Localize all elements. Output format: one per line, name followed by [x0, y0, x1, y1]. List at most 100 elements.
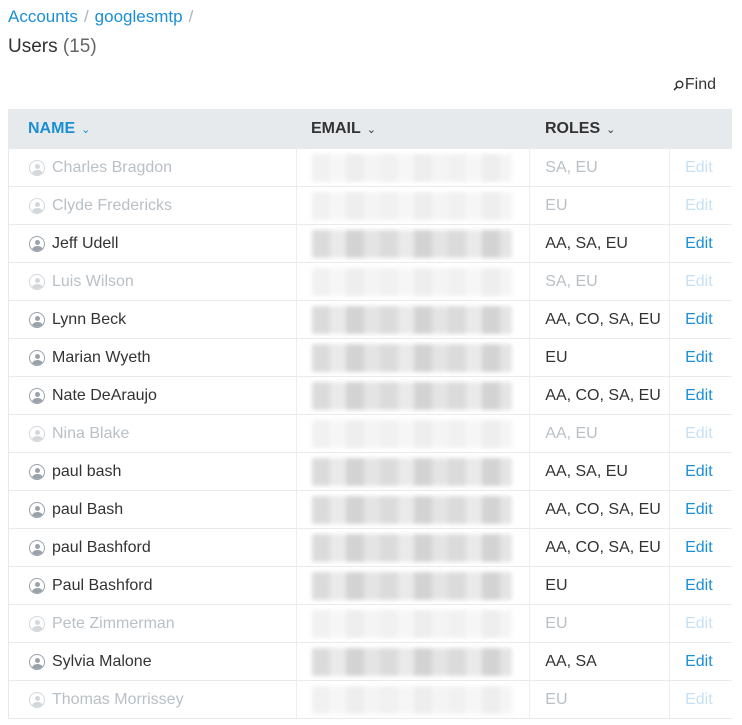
edit-cell: Edit: [670, 491, 732, 528]
redacted-email: [311, 153, 512, 182]
edit-cell: Edit: [670, 187, 732, 224]
column-header-roles-label: ROLES: [545, 120, 601, 137]
user-avatar-icon: [29, 311, 45, 328]
user-name-cell: Pete Zimmerman: [9, 605, 297, 642]
user-email-cell: [297, 681, 531, 718]
user-roles-cell: AA, EU: [530, 415, 671, 452]
user-avatar-icon: [29, 273, 45, 290]
user-email-cell: [297, 377, 531, 414]
edit-cell: Edit: [670, 263, 732, 300]
edit-cell: Edit: [670, 415, 732, 452]
breadcrumb-accounts-link[interactable]: Accounts: [8, 7, 78, 26]
user-name: Pete Zimmerman: [52, 614, 175, 632]
user-name-cell: paul bash: [9, 453, 297, 490]
redacted-email: [311, 609, 512, 638]
edit-user-link[interactable]: Edit: [685, 539, 713, 557]
redacted-email: [311, 267, 512, 296]
user-roles: AA, CO, SA, EU: [545, 500, 661, 518]
column-header-name[interactable]: NAME ⌄: [8, 120, 296, 138]
edit-cell: Edit: [670, 453, 732, 490]
user-roles: EU: [545, 614, 568, 632]
user-name-cell: Nate DeAraujo: [9, 377, 297, 414]
column-header-name-label: NAME: [28, 120, 76, 137]
user-avatar-icon: [29, 691, 45, 708]
edit-user-link[interactable]: Edit: [685, 463, 713, 481]
edit-user-link[interactable]: Edit: [685, 387, 713, 405]
user-roles-cell: EU: [530, 187, 671, 224]
edit-user-link[interactable]: Edit: [685, 615, 713, 633]
user-email-cell: [297, 263, 531, 300]
user-name: Nina Blake: [52, 424, 130, 442]
user-roles: SA, EU: [545, 272, 598, 290]
edit-user-link[interactable]: Edit: [685, 349, 713, 367]
user-roles: AA, SA, EU: [545, 234, 628, 252]
user-avatar-icon: [29, 577, 45, 594]
user-roles-cell: AA, SA, EU: [530, 453, 671, 490]
table-row: Nate DeAraujo AA, CO, SA, EU Edit: [9, 377, 732, 415]
user-name-cell: paul Bashford: [9, 529, 297, 566]
redacted-email: [311, 647, 512, 676]
table-row: Paul Bashford EU Edit: [9, 567, 732, 605]
search-icon: [673, 80, 684, 91]
user-avatar-icon: [29, 539, 45, 556]
user-email-cell: [297, 605, 531, 642]
redacted-email: [311, 191, 512, 220]
user-avatar-icon: [29, 463, 45, 480]
edit-user-link[interactable]: Edit: [685, 197, 713, 215]
edit-cell: Edit: [670, 301, 732, 338]
redacted-email: [311, 533, 512, 562]
edit-user-link[interactable]: Edit: [685, 691, 713, 709]
user-avatar-icon: [29, 159, 45, 176]
user-name-cell: Marian Wyeth: [9, 339, 297, 376]
edit-user-link[interactable]: Edit: [685, 235, 713, 253]
edit-cell: Edit: [670, 339, 732, 376]
user-avatar-icon: [29, 235, 45, 252]
user-name: Lynn Beck: [52, 310, 127, 328]
edit-user-link[interactable]: Edit: [685, 425, 713, 443]
user-email-cell: [297, 149, 531, 186]
column-header-email[interactable]: EMAIL ⌄: [296, 120, 530, 138]
user-roles: AA, CO, SA, EU: [545, 386, 661, 404]
redacted-email: [311, 305, 512, 334]
edit-user-link[interactable]: Edit: [685, 501, 713, 519]
breadcrumb-account-link[interactable]: googlesmtp: [95, 7, 183, 26]
user-name: Nate DeAraujo: [52, 386, 157, 404]
edit-user-link[interactable]: Edit: [685, 159, 713, 177]
edit-user-link[interactable]: Edit: [685, 577, 713, 595]
table-row: paul bash AA, SA, EU Edit: [9, 453, 732, 491]
user-name: paul Bashford: [52, 538, 151, 556]
user-name-cell: Nina Blake: [9, 415, 297, 452]
table-row: Sylvia Malone AA, SA Edit: [9, 643, 732, 681]
user-email-cell: [297, 225, 531, 262]
user-name: Thomas Morrissey: [52, 690, 184, 708]
user-roles-cell: AA, CO, SA, EU: [530, 491, 671, 528]
table-header: NAME ⌄ EMAIL ⌄ ROLES ⌄: [8, 109, 732, 149]
user-email-cell: [297, 301, 531, 338]
find-button[interactable]: Find: [673, 76, 716, 94]
column-header-roles[interactable]: ROLES ⌄: [530, 120, 670, 138]
user-email-cell: [297, 187, 531, 224]
user-roles: EU: [545, 348, 568, 366]
edit-cell: Edit: [670, 377, 732, 414]
user-avatar-icon: [29, 425, 45, 442]
user-email-cell: [297, 567, 531, 604]
table-row: Nina Blake AA, EU Edit: [9, 415, 732, 453]
user-avatar-icon: [29, 615, 45, 632]
user-roles-cell: EU: [530, 605, 671, 642]
edit-cell: Edit: [670, 605, 732, 642]
user-roles: EU: [545, 196, 568, 214]
column-header-email-label: EMAIL: [311, 120, 361, 137]
edit-user-link[interactable]: Edit: [685, 273, 713, 291]
user-name: Paul Bashford: [52, 576, 153, 594]
breadcrumb-separator: /: [83, 7, 89, 26]
edit-user-link[interactable]: Edit: [685, 653, 713, 671]
edit-user-link[interactable]: Edit: [685, 311, 713, 329]
edit-cell: Edit: [670, 149, 732, 186]
edit-cell: Edit: [670, 643, 732, 680]
table-row: Jeff Udell AA, SA, EU Edit: [9, 225, 732, 263]
user-name-cell: Sylvia Malone: [9, 643, 297, 680]
redacted-email: [311, 343, 512, 372]
table-row: Pete Zimmerman EU Edit: [9, 605, 732, 643]
table-row: paul Bashford AA, CO, SA, EU Edit: [9, 529, 732, 567]
redacted-email: [311, 495, 512, 524]
